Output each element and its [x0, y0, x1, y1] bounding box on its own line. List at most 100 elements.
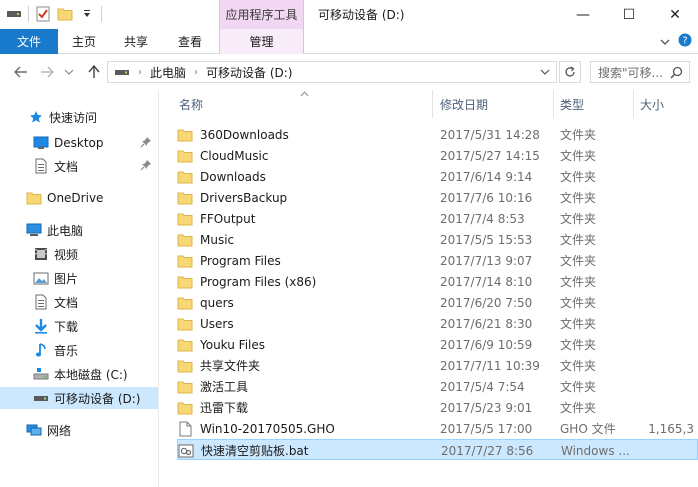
drive-icon[interactable]: [6, 6, 22, 22]
sidebar-item-network[interactable]: 网络: [0, 419, 158, 441]
sidebar-item-label: 可移动设备 (D:): [54, 391, 141, 406]
folder-icon: [177, 337, 193, 353]
file-row[interactable]: Downloads 2017/6/14 9:14 文件夹: [177, 166, 698, 187]
sidebar-item-local-disk-c[interactable]: 本地磁盘 (C:): [0, 363, 158, 385]
column-header-date[interactable]: 修改日期: [440, 90, 550, 118]
tab-share[interactable]: 共享: [114, 29, 158, 54]
file-type: 文件夹: [560, 212, 597, 226]
file-size: [647, 376, 698, 397]
address-dropdown-button[interactable]: [538, 65, 552, 79]
sidebar-item-this-pc[interactable]: 此电脑: [0, 219, 158, 241]
file-date: 2017/6/9 10:59: [440, 337, 533, 352]
minimize-button[interactable]: —: [560, 0, 606, 29]
folder-icon: [177, 127, 193, 143]
file-name-cell: Music: [177, 229, 432, 250]
tab-manage[interactable]: 管理: [219, 29, 304, 54]
title-bar: 应用程序工具 可移动设备 (D:) — ☐ ✕: [0, 0, 698, 29]
column-divider[interactable]: [432, 90, 433, 118]
recent-locations-button[interactable]: [60, 63, 78, 81]
ribbon-right-controls: ?: [660, 33, 692, 50]
file-row[interactable]: Users 2017/6/21 8:30 文件夹: [177, 313, 698, 334]
file-date: 2017/5/27 14:15: [440, 148, 540, 163]
back-button[interactable]: [12, 63, 30, 81]
column-header-size[interactable]: 大小: [640, 90, 690, 118]
sidebar-item-removable-drive-d[interactable]: 可移动设备 (D:): [0, 387, 158, 409]
sidebar-item-music[interactable]: 音乐: [0, 339, 158, 361]
file-type: GHO 文件: [560, 422, 616, 436]
new-folder-icon[interactable]: [57, 6, 73, 22]
file-date: 2017/6/21 8:30: [440, 316, 533, 331]
refresh-button[interactable]: [559, 61, 581, 83]
file-size: [647, 124, 698, 145]
file-size: [647, 271, 698, 292]
file-row[interactable]: CloudMusic 2017/5/27 14:15 文件夹: [177, 145, 698, 166]
sidebar-item-label: 快速访问: [49, 110, 98, 125]
file-row[interactable]: Youku Files 2017/6/9 10:59 文件夹: [177, 334, 698, 355]
folder-icon: [177, 274, 193, 290]
tab-home[interactable]: 主页: [62, 29, 106, 54]
file-row[interactable]: 激活工具 2017/5/4 7:54 文件夹: [177, 376, 698, 397]
star-icon: [28, 109, 44, 125]
search-input[interactable]: 搜索"可移...: [590, 61, 690, 83]
breadcrumb-removable-drive[interactable]: 可移动设备 (D:): [206, 64, 292, 81]
file-name-cell: 激活工具: [177, 376, 432, 397]
customize-toolbar-icon[interactable]: [79, 6, 95, 22]
file-row[interactable]: FFOutput 2017/7/4 8:53 文件夹: [177, 208, 698, 229]
help-icon[interactable]: ?: [678, 33, 692, 50]
sidebar-item-documents[interactable]: 文档: [0, 291, 158, 313]
sidebar-item-pictures[interactable]: 图片: [0, 267, 158, 289]
column-header-name[interactable]: 名称: [179, 90, 429, 118]
file-row[interactable]: DriversBackup 2017/7/6 10:16 文件夹: [177, 187, 698, 208]
sidebar-item-videos[interactable]: 视频: [0, 243, 158, 265]
tab-view[interactable]: 查看: [168, 29, 212, 54]
file-row[interactable]: Program Files (x86) 2017/7/14 8:10 文件夹: [177, 271, 698, 292]
computer-icon: [26, 222, 42, 238]
expand-ribbon-icon[interactable]: [660, 35, 670, 49]
sidebar-item-quick-access[interactable]: 快速访问: [0, 106, 158, 128]
window-controls: — ☐ ✕: [560, 0, 698, 29]
file-date: 2017/7/13 9:07: [440, 253, 533, 268]
up-button[interactable]: [85, 63, 103, 81]
sidebar-item-label: 网络: [47, 423, 72, 438]
forward-button[interactable]: [38, 63, 56, 81]
file-row[interactable]: quers 2017/6/20 7:50 文件夹: [177, 292, 698, 313]
tab-file[interactable]: 文件: [0, 29, 58, 54]
file-type: Windows ...: [561, 443, 630, 458]
column-divider[interactable]: [553, 90, 554, 118]
folder-icon: [177, 358, 193, 374]
file-row[interactable]: Win10-20170505.GHO 2017/5/5 17:00 GHO 文件 11…: [177, 418, 698, 439]
file-row[interactable]: Music 2017/5/5 15:53 文件夹: [177, 229, 698, 250]
file-size: 11,165,3: [647, 421, 694, 436]
sidebar-item-onedrive[interactable]: OneDrive: [0, 187, 158, 209]
file-type: 文件夹: [560, 149, 597, 163]
column-header-type[interactable]: 类型: [560, 90, 630, 118]
file-name-cell: quers: [177, 292, 432, 313]
file-name: 共享文件夹: [200, 359, 261, 373]
file-row[interactable]: 快速清空剪贴板.bat 2017/7/27 8:56 Windows ...: [177, 439, 698, 460]
pin-icon[interactable]: [140, 159, 152, 171]
pin-icon[interactable]: [140, 136, 152, 148]
desktop-icon: [33, 135, 49, 151]
sidebar-item-label: 此电脑: [47, 223, 84, 238]
file-size: [647, 313, 698, 334]
column-divider[interactable]: [633, 90, 634, 118]
file-size: [647, 229, 698, 250]
close-button[interactable]: ✕: [652, 0, 698, 29]
sidebar-item-desktop[interactable]: Desktop: [0, 132, 158, 154]
sidebar-item-documents-pinned[interactable]: 文档: [0, 155, 158, 177]
file-row[interactable]: Program Files 2017/7/13 9:07 文件夹: [177, 250, 698, 271]
refresh-icon: [565, 66, 575, 77]
properties-icon[interactable]: [35, 6, 51, 22]
file-name: 快速清空剪贴板.bat: [201, 444, 309, 458]
address-bar[interactable]: › 此电脑 › 可移动设备 (D:): [107, 61, 557, 83]
sidebar-item-downloads[interactable]: 下载: [0, 315, 158, 337]
music-icon: [33, 342, 49, 358]
file-row[interactable]: 360Downloads 2017/5/31 14:28 文件夹: [177, 124, 698, 145]
file-size: [647, 187, 698, 208]
file-row[interactable]: 迅雷下载 2017/5/23 9:01 文件夹: [177, 397, 698, 418]
file-type: 文件夹: [560, 128, 597, 142]
maximize-button[interactable]: ☐: [606, 0, 652, 29]
file-row[interactable]: 共享文件夹 2017/7/11 10:39 文件夹: [177, 355, 698, 376]
breadcrumb-this-pc[interactable]: 此电脑: [150, 64, 186, 81]
batch-file-icon: [178, 443, 194, 459]
